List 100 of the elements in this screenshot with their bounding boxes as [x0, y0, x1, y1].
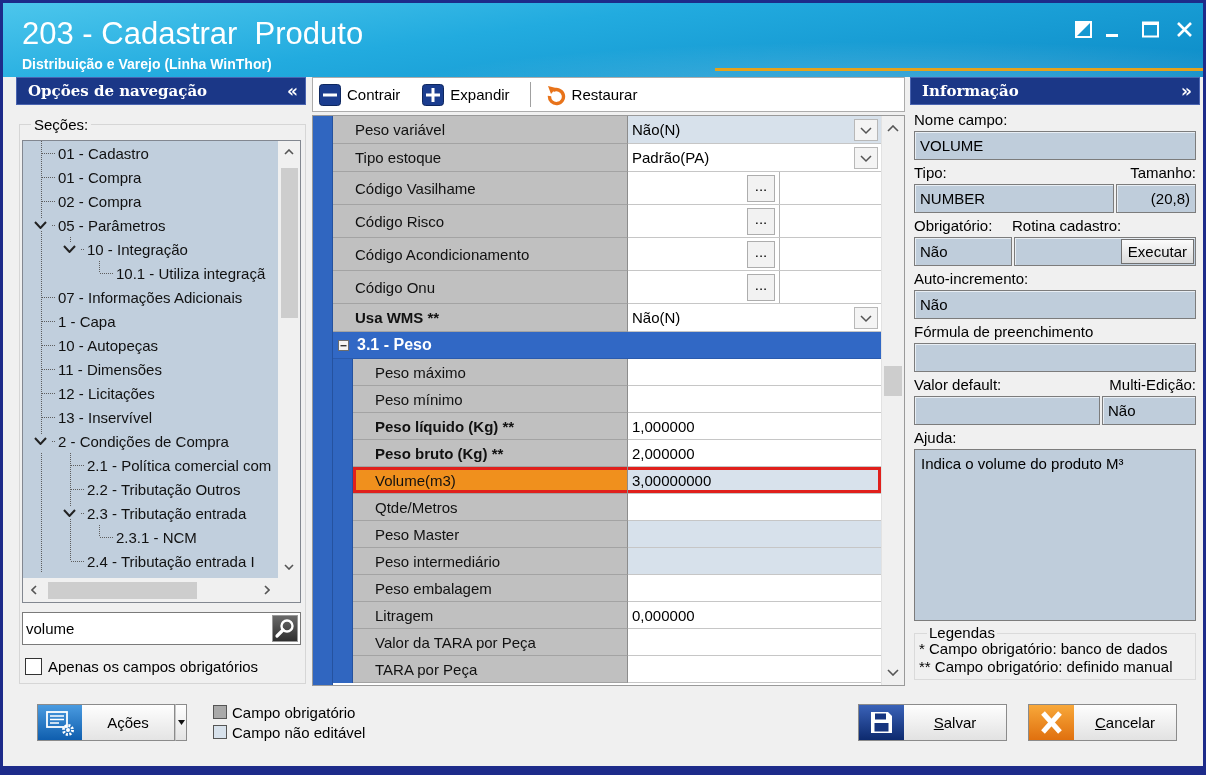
panel-title: Informação	[922, 82, 1019, 100]
browse-button[interactable]: ...	[747, 273, 775, 301]
tree-item[interactable]: 13 - Inservível	[58, 408, 153, 426]
chevron-up-icon[interactable]	[887, 125, 899, 132]
chevron-down-icon[interactable]	[284, 564, 294, 570]
readonly-field: NUMBER	[914, 184, 1114, 213]
circular-arrow-icon	[545, 83, 566, 106]
collapse-button[interactable]: Contrair	[317, 80, 403, 109]
tree-item[interactable]: 05 - Parâmetros	[58, 216, 166, 234]
expand-panel-button[interactable]: »	[1178, 82, 1195, 100]
tree-item[interactable]: 07 - Informações Adicionais	[58, 288, 243, 306]
restore-button[interactable]: Restaurar	[543, 80, 640, 109]
window-subtitle: Distribuição e Varejo (Linha WinThor)	[22, 56, 273, 73]
x-mark-icon	[1029, 705, 1074, 740]
actions-button[interactable]: Ações	[37, 704, 175, 741]
chevron-right-icon[interactable]	[264, 585, 270, 595]
legend-label: Campo não editável	[232, 723, 366, 741]
dropdown-field[interactable]: Não(N)	[628, 116, 881, 144]
tree-item[interactable]: 01 - Cadastro	[58, 144, 149, 162]
minus-square-icon	[319, 83, 341, 106]
chevron-left-icon[interactable]	[31, 585, 37, 595]
tree-item[interactable]: 2.1 - Política comercial com	[87, 456, 272, 474]
field-label: Ajuda:	[914, 428, 957, 446]
tree-item[interactable]: 10 - Integração	[87, 240, 188, 258]
vertical-scrollbar[interactable]	[881, 116, 904, 685]
panel-title: Opções de navegação	[28, 82, 208, 100]
maximize-icon[interactable]	[1142, 21, 1159, 38]
tree-item[interactable]: 10 - Autopeças	[58, 336, 159, 354]
checkbox-label: Apenas os campos obrigatórios	[48, 658, 259, 675]
chevron-down-icon[interactable]	[63, 509, 76, 517]
dropdown-field[interactable]: Não(N)	[628, 304, 881, 332]
tree-item[interactable]: 2.3.1 - NCM	[116, 528, 197, 546]
field-label: Tipo:	[914, 163, 947, 181]
search-icon[interactable]	[272, 615, 298, 642]
tree-item[interactable]: 12 - Licitações	[58, 384, 155, 402]
expand-button[interactable]: Expandir	[420, 80, 512, 109]
property-label: TARA por Peça	[353, 656, 628, 683]
tree-item[interactable]: 02 - Compra	[58, 192, 142, 210]
scroll-thumb[interactable]	[884, 366, 902, 396]
help-text-area: Indica o volume do produto M³	[914, 449, 1196, 621]
property-label: Código Onu	[333, 271, 628, 304]
readonly-field: (20,8)	[1116, 184, 1196, 213]
property-label: Código Acondicionamento	[333, 238, 628, 271]
value-field[interactable]: 3,00000000	[628, 467, 881, 494]
tree-item[interactable]: 11 - Dimensões	[58, 360, 162, 378]
tree-item[interactable]: 2.2 - Tributação Outros	[87, 480, 241, 498]
chevron-up-icon[interactable]	[284, 149, 294, 155]
property-label: Peso intermediário	[353, 548, 628, 575]
cancel-button[interactable]: Cancelar	[1028, 704, 1177, 741]
property-label: Código Risco	[333, 205, 628, 238]
tree-item[interactable]: 2.4 - Tributação entrada I	[87, 552, 255, 570]
property-label: Tipo estoque	[333, 144, 628, 172]
search-field[interactable]: volume	[22, 612, 301, 645]
value-field[interactable]	[628, 521, 881, 548]
property-label: Qtde/Metros	[353, 494, 628, 521]
legend-label: Campo obrigatório	[232, 703, 356, 721]
chevron-down-icon[interactable]	[887, 669, 899, 676]
property-label: Peso variável	[333, 116, 628, 144]
tree-item[interactable]: 10.1 - Utiliza integraçã	[116, 264, 266, 282]
plus-square-icon	[422, 83, 445, 106]
browse-button[interactable]: ...	[747, 207, 775, 235]
tree-item[interactable]: 01 - Compra	[58, 168, 142, 186]
property-label: Peso líquido (Kg) **	[353, 413, 628, 440]
property-label: Volume(m3)	[353, 467, 628, 494]
value-field[interactable]	[628, 548, 881, 575]
tree-item[interactable]: 1 - Capa	[58, 312, 116, 330]
chevron-down-icon[interactable]	[34, 221, 47, 229]
property-label: Peso bruto (Kg) **	[353, 440, 628, 467]
property-label: Usa WMS **	[333, 304, 628, 332]
browse-button[interactable]: ...	[747, 174, 775, 202]
caret-icon	[177, 720, 185, 725]
collapse-panel-button[interactable]: «	[284, 82, 301, 100]
section-header[interactable]: 3.1 - Peso	[333, 332, 881, 359]
field-label: Obrigatório:	[914, 216, 994, 234]
field-label: Rotina cadastro:	[1012, 216, 1122, 234]
legend-title: Legendas	[928, 626, 996, 640]
scroll-thumb[interactable]	[280, 168, 298, 318]
save-button[interactable]: Salvar	[858, 704, 1007, 741]
close-icon[interactable]	[1176, 21, 1193, 38]
browse-button[interactable]: ...	[747, 240, 775, 268]
readonly-field: VOLUME	[914, 131, 1196, 160]
readonly-field: Não	[914, 290, 1196, 319]
field-label: Valor default:	[914, 375, 1002, 393]
minus-box-icon[interactable]	[338, 339, 349, 351]
dropdown-field[interactable]: Padrão(PA)	[628, 144, 881, 172]
chevron-down-icon[interactable]	[63, 245, 76, 253]
dropdown-button[interactable]	[175, 704, 187, 741]
execute-button[interactable]: Executar	[1120, 239, 1194, 264]
legend-line: ** Campo obrigatório: definido manual	[919, 658, 1174, 676]
property-label: Peso máximo	[353, 359, 628, 386]
chevron-down-icon[interactable]	[34, 437, 47, 445]
checkbox[interactable]	[25, 658, 42, 675]
split-square-icon[interactable]	[1075, 21, 1092, 38]
tree-item[interactable]: 2 - Condições de Compra	[58, 432, 229, 450]
list-gear-icon	[38, 705, 82, 740]
property-label: Litragem	[353, 602, 628, 629]
property-label: Peso mínimo	[353, 386, 628, 413]
tree-item[interactable]: 2.3 - Tributação entrada	[87, 504, 247, 522]
scroll-thumb[interactable]	[48, 581, 197, 599]
window-title: 203 - Cadastrar Produto	[22, 17, 364, 51]
